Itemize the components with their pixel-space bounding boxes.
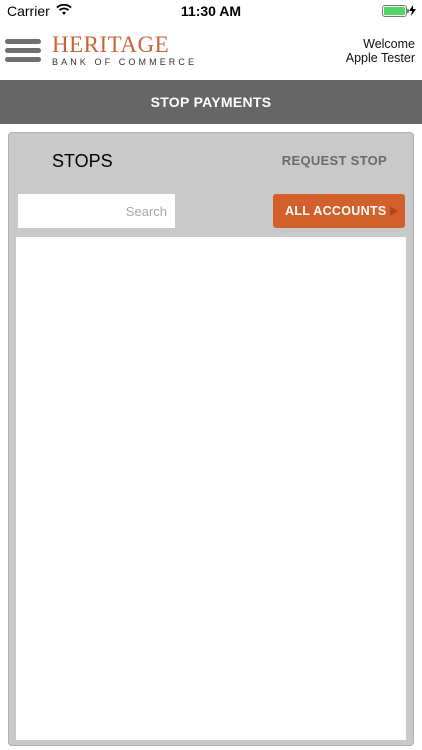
welcome-line1: Welcome	[363, 37, 415, 51]
charging-icon	[409, 3, 416, 19]
battery-icon	[382, 5, 409, 17]
welcome-user-name: Apple Tester	[345, 51, 415, 65]
hamburger-menu-icon[interactable]	[5, 39, 41, 63]
screen: Carrier 11:30 AM HERITAGE BANK OF COMMER…	[0, 0, 422, 750]
logo-main-text: HERITAGE	[52, 32, 170, 57]
stops-list	[16, 237, 406, 740]
search-input[interactable]	[18, 194, 175, 228]
app-header: HERITAGE BANK OF COMMERCE Welcome Apple …	[0, 22, 422, 80]
battery-fill	[384, 7, 405, 15]
page-title-bar: STOP PAYMENTS	[0, 80, 422, 124]
status-right	[382, 3, 416, 19]
all-accounts-button[interactable]: ALL ACCOUNTS	[273, 194, 405, 228]
all-accounts-label: ALL ACCOUNTS	[285, 204, 387, 218]
carrier-label: Carrier	[7, 3, 50, 19]
page-title: STOP PAYMENTS	[150, 94, 272, 110]
play-arrow-icon	[390, 206, 398, 216]
stops-panel: STOPS REQUEST STOP ALL ACCOUNTS	[8, 132, 414, 746]
battery-tip	[407, 9, 409, 13]
stops-title: STOPS	[52, 151, 113, 171]
wifi-icon	[56, 3, 72, 19]
request-stop-button[interactable]: REQUEST STOP	[282, 153, 387, 168]
bank-logo: HERITAGE BANK OF COMMERCE	[52, 32, 198, 68]
status-bar: Carrier 11:30 AM	[0, 0, 422, 22]
welcome-message: Welcome Apple Tester	[346, 37, 415, 65]
status-left: Carrier	[7, 3, 72, 19]
logo-sub-text: BANK OF COMMERCE	[52, 57, 198, 67]
